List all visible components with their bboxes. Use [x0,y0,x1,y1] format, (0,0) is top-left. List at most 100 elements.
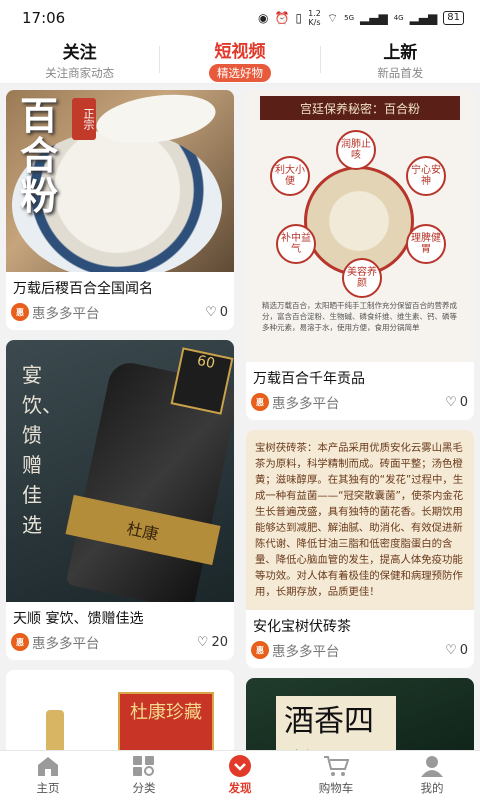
card-title[interactable]: 天顺 宴饮、馈赠佳选 [6,602,234,630]
video-thumbnail[interactable]: 百合粉 正宗 [6,90,234,272]
video-thumbnail[interactable]: 宝树茯砖茶：本产品采用优质安化云雾山黑毛茶为原料，科学精制而成。砖面平整；汤色橙… [246,430,474,610]
benefit-badge: 宁心安神 [406,156,446,196]
eye-icon: ◉ [258,11,269,25]
like-count: 0 [459,642,468,658]
bottom-nav: 主页 分类 发现 购物车 我的 [0,750,480,800]
tab-new-arrivals-subtitle: 新品首发 [377,66,424,80]
benefit-badge: 理脾健胃 [406,224,446,264]
nav-discover[interactable]: 发现 [192,751,288,800]
tab-follow-subtitle: 关注商家动态 [45,66,115,80]
heart-icon: ♡ [196,634,209,650]
nav-profile[interactable]: 我的 [384,751,480,800]
nav-home-label: 主页 [36,781,60,795]
battery-icon: 81 [443,11,464,25]
signal-icon-2: ▂▄▆ [409,11,438,25]
shop-name: 惠多多平台 [272,396,340,412]
video-card[interactable]: 宫廷保养秘密：百合粉 润肺止咳 宁心安神 利大小便 补中益气 理脾健胃 美容养颜… [246,90,474,420]
like-button[interactable]: ♡ 0 [445,643,468,658]
video-card[interactable]: 百合粉 正宗 万载后稷百合全国闻名 惠 惠多多平台 ♡ 0 [6,90,234,330]
like-button[interactable]: ♡ 20 [197,635,228,650]
benefit-badge: 利大小便 [270,156,310,196]
cart-icon [323,755,349,777]
shop-info[interactable]: 惠 惠多多平台 [11,302,100,322]
tab-new-arrivals-title: 上新 [383,43,418,63]
video-card[interactable]: 杜康珍藏 [6,670,234,750]
video-thumbnail[interactable]: 宫廷保养秘密：百合粉 润肺止咳 宁心安神 利大小便 补中益气 理脾健胃 美容养颜… [246,90,474,362]
thumbnail-headline: 百合粉 [20,93,59,218]
card-title[interactable]: 万载后稷百合全国闻名 [6,272,234,300]
card-meta: 惠 惠多多平台 ♡ 0 [246,390,474,420]
card-meta: 惠 惠多多平台 ♡ 0 [246,638,474,668]
video-feed[interactable]: 百合粉 正宗 万载后稷百合全国闻名 惠 惠多多平台 ♡ 0 宴饮、馈赠佳选 60 [0,90,480,750]
benefit-badge: 美容养颜 [342,258,382,298]
like-count: 20 [211,634,228,650]
shop-info[interactable]: 惠 惠多多平台 [251,640,340,660]
nav-home[interactable]: 主页 [0,751,96,800]
video-card[interactable]: 宴饮、馈赠佳选 60 杜康 天顺 宴饮、馈赠佳选 惠 惠多多平台 ♡ 20 [6,340,234,660]
top-tabs: 关注 关注商家动态 短视频 精选好物 上新 新品首发 [0,36,480,84]
tab-short-video-title: 短视频 [214,42,266,62]
tab-follow[interactable]: 关注 关注商家动态 [0,36,159,83]
shop-logo-icon: 惠 [11,303,29,321]
video-card[interactable]: 酒香四溢 [246,678,474,750]
feed-column-right: 宫廷保养秘密：百合粉 润肺止咳 宁心安神 利大小便 补中益气 理脾健胃 美容养颜… [246,90,474,750]
signal-icon: ▂▄▆ [360,11,388,25]
nav-profile-label: 我的 [420,781,444,795]
shop-logo-icon: 惠 [251,641,269,659]
benefit-badge: 补中益气 [276,224,316,264]
tab-follow-title: 关注 [62,43,97,63]
status-bar: 17:06 ◉ ⏰ ▯ 1.2 K/s ⌔ 5G ▂▄▆ 4G ▂▄▆ 81 [0,0,480,36]
nav-category-label: 分类 [132,781,156,795]
shop-info[interactable]: 惠 惠多多平台 [11,632,100,652]
signal-4g-label: 4G [393,14,404,22]
discover-icon [227,755,253,777]
home-icon [35,755,61,777]
status-time: 17:06 [22,9,66,27]
category-icon [131,755,157,777]
shop-info[interactable]: 惠 惠多多平台 [251,392,340,412]
thumbnail-headline: 酒香四溢 [276,696,396,750]
signal-5g-label: 5G [344,14,354,22]
shop-logo-icon: 惠 [11,633,29,651]
card-title[interactable]: 安化宝树伏砖茶 [246,610,474,638]
video-thumbnail[interactable]: 杜康珍藏 [6,670,234,750]
thumbnail-header: 宫廷保养秘密：百合粉 [260,96,460,120]
shop-logo-icon: 惠 [251,393,269,411]
thumbnail-seal: 正宗 [72,98,96,140]
like-button[interactable]: ♡ 0 [205,305,228,320]
thumbnail-vertical-text: 宴饮、馈赠佳选 [22,363,62,537]
card-meta: 惠 惠多多平台 ♡ 0 [6,300,234,330]
like-count: 0 [459,394,468,410]
heart-icon: ♡ [445,394,457,410]
nav-cart[interactable]: 购物车 [288,751,384,800]
bottle-graphic [46,710,64,750]
like-count: 0 [219,304,228,320]
like-button[interactable]: ♡ 0 [445,395,468,410]
nav-cart-label: 购物车 [318,781,354,795]
card-title[interactable]: 万载百合千年贡品 [246,362,474,390]
vibrate-icon: ▯ [295,11,303,25]
thumbnail-description: 精选万载百合，太阳晒干纯手工制作充分保留百合的营养成分，富含百合淀粉、生物碱、磷… [262,301,457,332]
thumbnail-description: 宝树茯砖茶：本产品采用优质安化云雾山黑毛茶为原料，科学精制而成。砖面平整；汤色橙… [255,442,464,598]
benefit-badge: 润肺止咳 [336,130,376,170]
video-thumbnail[interactable]: 宴饮、馈赠佳选 60 杜康 [6,340,234,602]
nav-category[interactable]: 分类 [96,751,192,800]
alarm-icon: ⏰ [274,11,290,25]
heart-icon: ♡ [445,642,457,658]
video-card[interactable]: 宝树茯砖茶：本产品采用优质安化云雾山黑毛茶为原料，科学精制而成。砖面平整；汤色橙… [246,430,474,668]
tab-short-video[interactable]: 短视频 精选好物 [160,36,319,83]
nav-discover-label: 发现 [228,781,252,795]
shop-name: 惠多多平台 [32,636,100,652]
shop-name: 惠多多平台 [272,644,340,660]
feed-column-left: 百合粉 正宗 万载后稷百合全国闻名 惠 惠多多平台 ♡ 0 宴饮、馈赠佳选 60 [6,90,234,750]
gift-box-label: 杜康珍藏 [118,692,214,750]
wifi-icon: ⌔ [326,10,339,25]
heart-icon: ♡ [205,304,217,320]
user-icon [419,755,445,777]
status-icons: ◉ ⏰ ▯ 1.2 K/s ⌔ 5G ▂▄▆ 4G ▂▄▆ 81 [258,9,464,27]
tab-new-arrivals[interactable]: 上新 新品首发 [321,36,480,83]
card-meta: 惠 惠多多平台 ♡ 20 [6,630,234,660]
video-thumbnail[interactable]: 酒香四溢 [246,678,474,750]
shop-name: 惠多多平台 [32,306,100,322]
tab-short-video-subtitle: 精选好物 [208,64,271,82]
